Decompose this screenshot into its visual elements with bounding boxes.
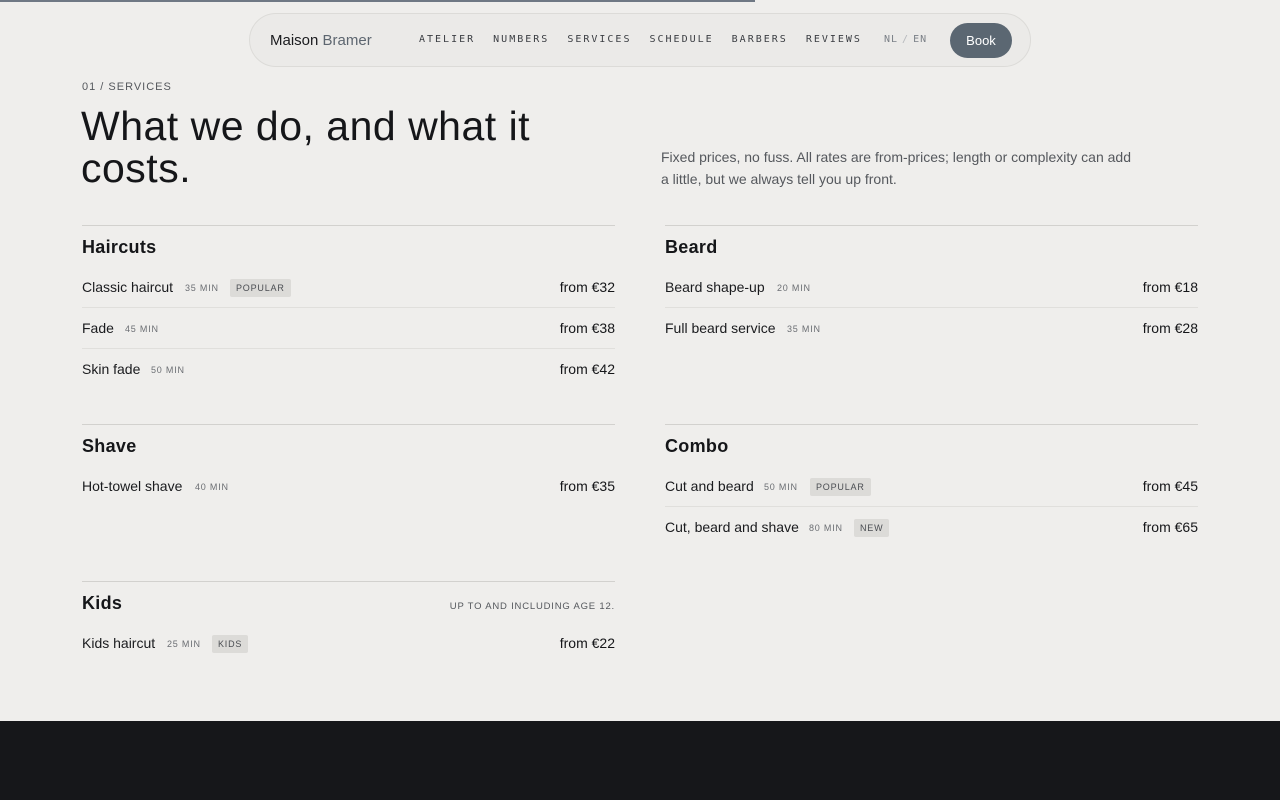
group-title: Combo <box>665 436 729 456</box>
service-row: Fade 45 MIN from €38 <box>82 308 615 349</box>
top-navigation: Maison Bramer ATELIER NUMBERS SERVICES S… <box>249 13 1031 67</box>
service-duration: 50 MIN <box>764 482 798 492</box>
popular-badge: POPULAR <box>810 478 871 496</box>
lang-nl[interactable]: NL <box>884 34 898 45</box>
service-name: Fade <box>82 320 114 336</box>
service-row: Hot-towel shave 40 MIN from €35 <box>82 466 615 507</box>
service-price: from €22 <box>559 635 615 651</box>
service-name: Skin fade <box>82 361 141 377</box>
service-row: Beard shape-up 20 MIN from €18 <box>665 267 1198 308</box>
service-price: from €28 <box>1142 320 1198 336</box>
lang-separator: / <box>902 34 910 45</box>
service-duration: 25 MIN <box>167 639 201 649</box>
scroll-progress-bar <box>0 0 1280 2</box>
service-group-shave: Shave Hot-towel shave 40 MIN from €35 <box>82 424 615 514</box>
section-eyebrow: 01 / SERVICES <box>82 81 172 93</box>
service-row: Skin fade 50 MIN from €42 <box>82 349 615 390</box>
service-duration: 20 MIN <box>777 283 811 293</box>
scroll-progress-fill <box>0 0 756 2</box>
service-duration: 35 MIN <box>787 324 821 334</box>
group-title: Haircuts <box>82 237 157 257</box>
group-title: Kids <box>82 593 123 613</box>
footer <box>0 721 1280 800</box>
service-name: Hot-towel shave <box>82 478 183 494</box>
service-name: Full beard service <box>665 320 776 336</box>
popular-badge: POPULAR <box>230 279 291 297</box>
service-row: Cut and beard 50 MIN POPULAR from €45 <box>665 466 1198 507</box>
service-price: from €45 <box>1142 478 1198 494</box>
nav-link-schedule[interactable]: SCHEDULE <box>649 34 713 45</box>
service-price: from €38 <box>559 320 615 336</box>
service-name: Kids haircut <box>82 635 156 651</box>
new-badge: NEW <box>854 519 890 537</box>
service-row: Classic haircut 35 MIN POPULAR from €32 <box>82 267 615 308</box>
service-price: from €42 <box>559 361 615 377</box>
group-title: Shave <box>82 436 137 456</box>
service-group-beard: Beard Beard shape-up 20 MIN from €18 Ful… <box>665 225 1198 355</box>
brand-name-first: Maison <box>270 32 319 49</box>
service-name: Cut and beard <box>665 478 754 494</box>
service-duration: 45 MIN <box>125 324 159 334</box>
section-headline: What we do, and what it costs. <box>81 103 531 191</box>
service-price: from €65 <box>1142 519 1198 535</box>
kids-badge: KIDS <box>212 635 249 653</box>
service-name: Classic haircut <box>82 279 174 295</box>
service-group-kids: Kids UP TO AND INCLUDING AGE 12. Kids ha… <box>82 581 615 671</box>
service-duration: 35 MIN <box>185 283 219 293</box>
lang-en[interactable]: EN <box>913 34 927 45</box>
service-name: Beard shape-up <box>665 279 765 295</box>
nav-link-numbers[interactable]: NUMBERS <box>493 34 549 45</box>
group-note: UP TO AND INCLUDING AGE 12. <box>449 601 615 612</box>
book-button[interactable]: Book <box>950 23 1012 58</box>
brand-name-second: Bramer <box>322 32 372 49</box>
service-price: from €18 <box>1142 279 1198 295</box>
section-intro: Fixed prices, no fuss. All rates are fro… <box>661 149 1131 187</box>
language-switcher: NL / EN <box>884 34 927 45</box>
service-row: Full beard service 35 MIN from €28 <box>665 308 1198 349</box>
service-duration: 50 MIN <box>151 365 185 375</box>
nav-link-services[interactable]: SERVICES <box>567 34 631 45</box>
service-row: Cut, beard and shave 80 MIN NEW from €65 <box>665 507 1198 548</box>
service-price: from €35 <box>559 478 615 494</box>
service-group-haircuts: Haircuts Classic haircut 35 MIN POPULAR … <box>82 225 615 395</box>
nav-link-barbers[interactable]: BARBERS <box>732 34 788 45</box>
service-name: Cut, beard and shave <box>665 519 799 535</box>
nav-link-reviews[interactable]: REVIEWS <box>806 34 862 45</box>
service-group-combo: Combo Cut and beard 50 MIN POPULAR from … <box>665 424 1198 554</box>
nav-link-atelier[interactable]: ATELIER <box>419 34 475 45</box>
group-title: Beard <box>665 237 718 257</box>
service-row: Kids haircut 25 MIN KIDS from €22 <box>82 623 615 664</box>
service-duration: 40 MIN <box>195 482 229 492</box>
service-duration: 80 MIN <box>809 523 843 533</box>
nav-links: ATELIER NUMBERS SERVICES SCHEDULE BARBER… <box>419 34 880 45</box>
brand-logo[interactable]: Maison Bramer <box>270 32 372 49</box>
service-price: from €32 <box>559 279 615 295</box>
